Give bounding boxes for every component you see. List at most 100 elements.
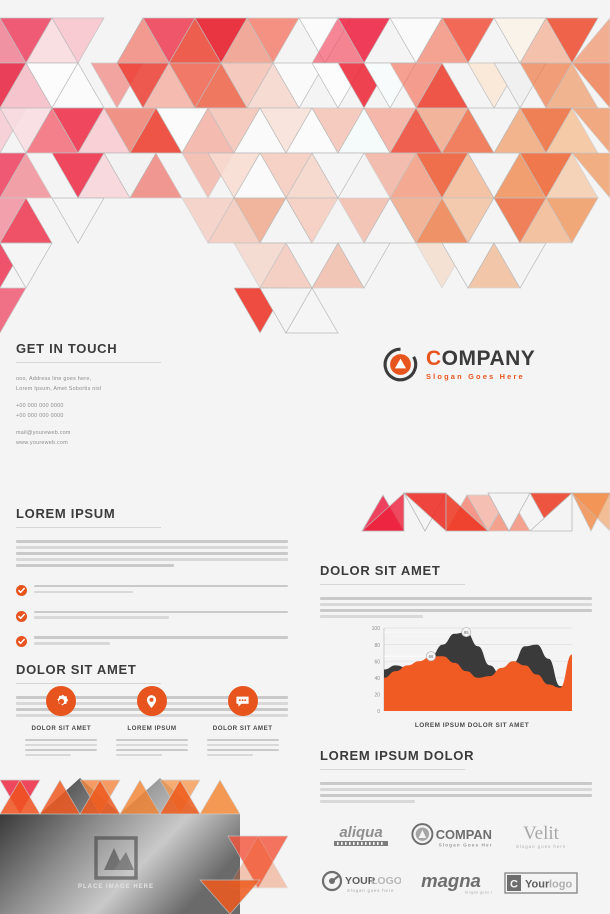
client-logo-velit[interactable]: Velit Slogan goes here [500, 819, 582, 855]
client-logo-aliqua[interactable]: aliqua [320, 819, 402, 855]
text-bar [320, 614, 424, 618]
address-line-1: ooo, Address line goes here, [16, 376, 92, 382]
svg-text:LOGO: LOGO [371, 875, 401, 887]
right-content-column: DOLOR SIT AMET [320, 563, 592, 621]
client-name-1: COMPANY [436, 826, 492, 841]
clients-heading-rule [320, 769, 465, 770]
clients-heading: LOREM IPSUM DOLOR [320, 748, 475, 763]
website-link[interactable]: www.youreweb.com [16, 438, 266, 448]
text-bar [206, 739, 279, 742]
list-item [16, 608, 288, 623]
client-name-0: aliqua [339, 824, 382, 841]
text-bar [34, 584, 288, 588]
text-bar [206, 748, 279, 752]
text-bar [115, 743, 188, 747]
circle-triangle-logo-icon [383, 347, 418, 382]
text-bar [115, 739, 188, 742]
client-name-5: Your [525, 878, 550, 890]
check-circle-icon [16, 583, 27, 596]
clients-section: LOREM IPSUM DOLOR aliqua COMPAN Slogan G… [320, 748, 592, 901]
right-paragraph-block [320, 597, 592, 618]
y-axis-tick: 40 [374, 676, 380, 682]
text-bar [16, 540, 288, 543]
right-heading-dolor-sit-amet: DOLOR SIT AMET [320, 563, 441, 578]
list-item [16, 582, 288, 597]
text-bar [34, 610, 288, 614]
y-axis-tick: 0 [377, 709, 380, 715]
chat-bubble-icon [227, 686, 258, 716]
company-logo: COMPANY Slogan Goes Here [383, 347, 535, 382]
feature-item-chat[interactable]: DOLOR SIT AMET [197, 686, 288, 759]
y-axis-tick: 100 [372, 626, 381, 632]
left-heading-dolor-sit-amet: DOLOR SIT AMET [16, 662, 137, 678]
text-bar [115, 753, 163, 757]
address-line-2: Lorem Ipsum, Amet Sobortis nisl [16, 386, 102, 392]
image-placeholder-block[interactable]: PLACE IMAGE HERE [0, 770, 300, 914]
top-triangle-pattern [0, 0, 610, 335]
client-logo-yourlogo-box[interactable]: C Your logo [500, 865, 582, 901]
phone-1[interactable]: +00 000 000 0000 [16, 401, 266, 411]
logo-slogan: Slogan Goes Here [426, 372, 525, 381]
text-bar [16, 557, 288, 561]
text-bar [25, 748, 98, 752]
left-heading-rule-2 [16, 683, 161, 685]
text-bar [25, 753, 72, 757]
feature-label: LOREM IPSUM [127, 725, 177, 732]
text-bar [320, 597, 592, 600]
contact-web: mail@youreweb.com www.youreweb.com [16, 428, 266, 448]
text-bar [320, 793, 592, 797]
logo-company-name: COMPANY [426, 348, 535, 369]
brochure-page: GET IN TOUCH ooo, Address line goes here… [0, 0, 610, 914]
area-chart: 0 20 40 60 80 100 95 66 [362, 622, 582, 732]
client-tagline-3: Slogan goes here [347, 888, 394, 893]
text-bar [25, 739, 98, 742]
list-item [16, 633, 288, 648]
chart-caption: LOREM IPSUM DOLOR SIT AMET [414, 722, 530, 729]
client-logo-magna[interactable]: magna Slogan goes here [410, 865, 492, 901]
text-bar [34, 616, 169, 620]
feature-label: DOLOR SIT AMET [212, 725, 273, 732]
text-bar [206, 743, 279, 747]
client-tagline-2: Slogan goes here [516, 844, 566, 849]
logo-name-first-letter: C [426, 347, 442, 370]
y-axis-tick: 20 [374, 693, 380, 699]
check-circle-icon [16, 609, 27, 622]
svg-text:C: C [510, 878, 518, 890]
text-bar [206, 753, 253, 757]
feature-icon-row: DOLOR SIT AMET LOREM IPSUM DOLOR SIT AME… [16, 686, 288, 759]
contact-address: ooo, Address line goes here, Lorem Ipsum… [16, 374, 266, 394]
text-bar [34, 636, 288, 640]
left-heading-lorem-ipsum: LOREM IPSUM [16, 506, 116, 521]
check-circle-icon [16, 634, 27, 648]
text-bar [320, 602, 592, 606]
feature-item-gear[interactable]: DOLOR SIT AMET [16, 686, 107, 759]
svg-text:Slogan goes here: Slogan goes here [465, 890, 492, 894]
feature-text-bars [115, 739, 188, 759]
client-logo-company[interactable]: COMPANY Slogan Goes Here [410, 819, 492, 855]
text-bar [16, 551, 288, 555]
feature-text-bars [25, 739, 98, 759]
chart-data-label: 95 [464, 630, 469, 635]
text-bar [320, 782, 592, 785]
client-name-2: Velit [523, 823, 560, 844]
feature-item-location[interactable]: LOREM IPSUM [107, 686, 198, 759]
client-logo-yourlogo[interactable]: YOUR LOGO Slogan goes here [320, 865, 402, 901]
email-link[interactable]: mail@youreweb.com [16, 428, 266, 438]
svg-text:logo: logo [549, 878, 572, 890]
contact-heading: GET IN TOUCH [16, 341, 118, 356]
client-name-4: magna [421, 869, 481, 890]
logo-name-rest: OMPANY [441, 347, 536, 370]
feature-text-bars [206, 739, 279, 759]
contact-heading-rule [16, 362, 161, 363]
left-heading-rule-1 [16, 527, 161, 528]
contact-phones: +00 000 000 0000 +00 000 000 0000 [16, 401, 266, 421]
text-bar [34, 590, 134, 594]
y-axis-tick: 80 [374, 643, 380, 649]
left-paragraph-block [16, 540, 288, 567]
clients-paragraph-block [320, 782, 592, 803]
phone-2[interactable]: +00 000 000 0000 [16, 411, 266, 421]
feature-label: DOLOR SIT AMET [31, 725, 92, 732]
text-bar [16, 545, 288, 549]
text-bar [34, 642, 111, 646]
text-bar [115, 748, 188, 752]
